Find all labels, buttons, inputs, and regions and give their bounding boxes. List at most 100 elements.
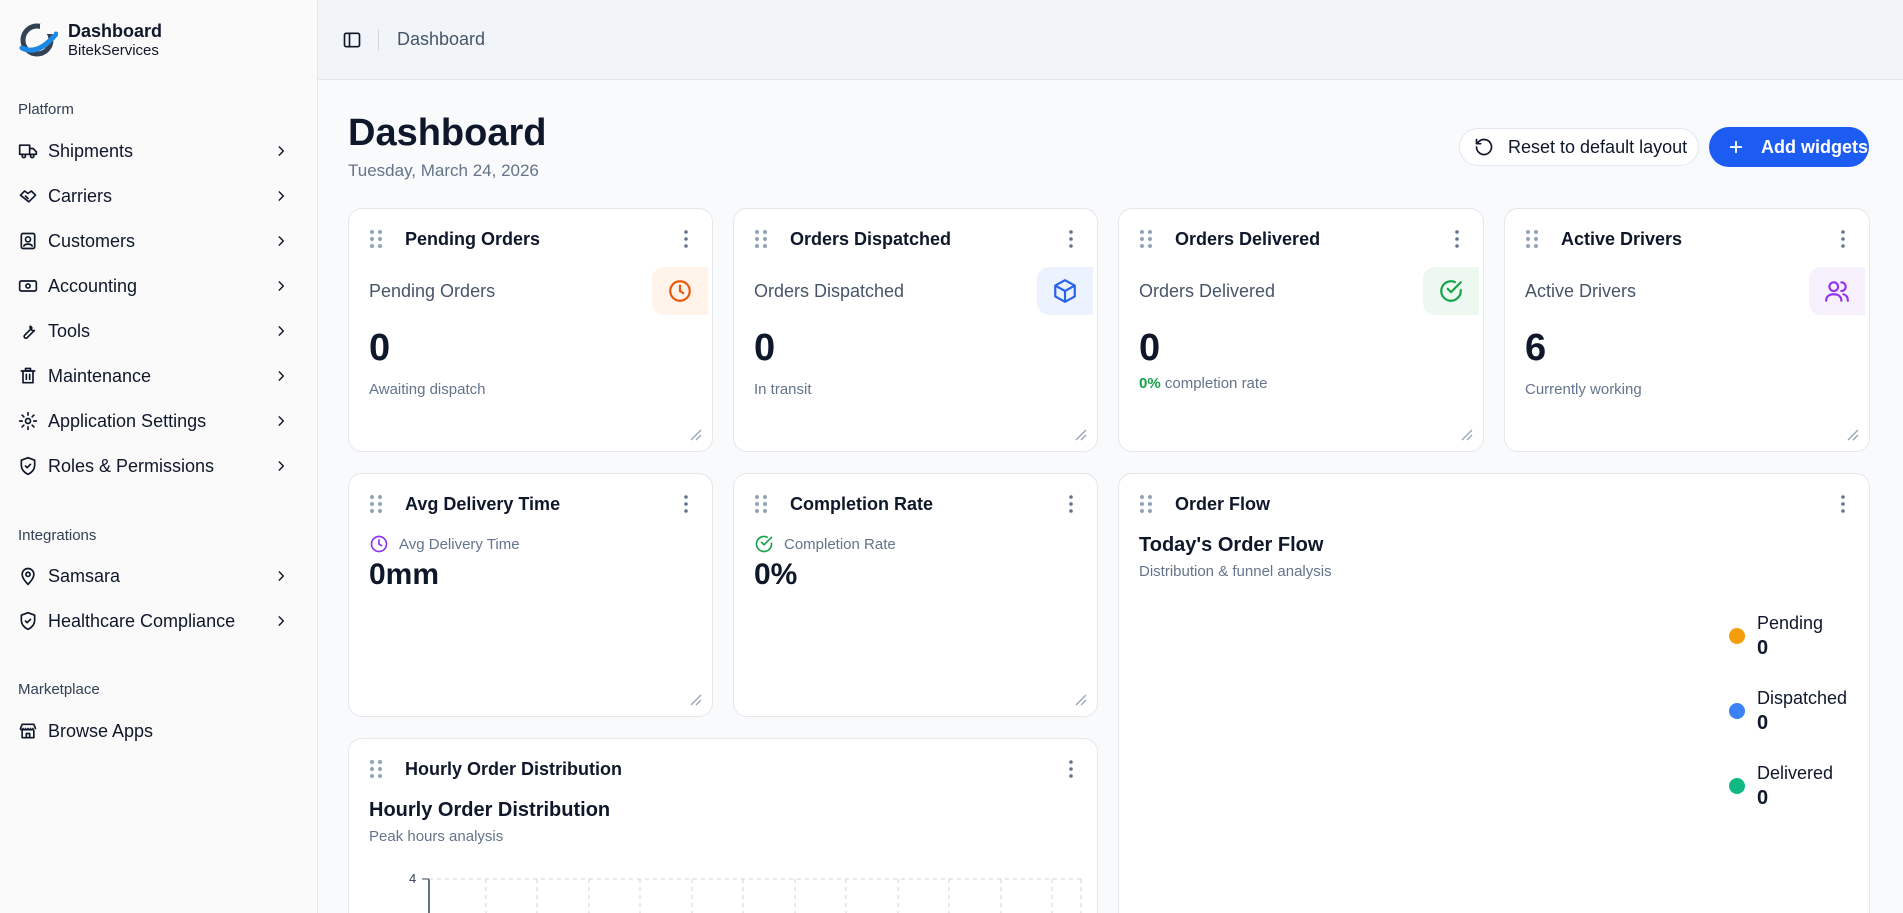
sidebar-item-carriers[interactable]: Carriers xyxy=(18,177,298,215)
check-circle-icon xyxy=(755,535,773,553)
widget-order-flow: Order Flow Today's Order Flow Distributi… xyxy=(1118,473,1870,913)
breadcrumb[interactable]: Dashboard xyxy=(397,29,485,50)
sidebar-item-maintenance[interactable]: Maintenance xyxy=(18,357,298,395)
stat-badge xyxy=(652,267,708,315)
gridlines-vertical xyxy=(485,879,1082,913)
hourly-chart: 4 xyxy=(409,871,1082,913)
completion-percent: 0% xyxy=(1139,375,1161,392)
sidebar-item-accounting[interactable]: Accounting xyxy=(18,267,298,305)
mini-label: Completion Rate xyxy=(754,534,896,554)
stat-value: 6 xyxy=(1525,327,1547,369)
chevron-right-icon xyxy=(278,146,285,156)
sidebar-item-label: Maintenance xyxy=(48,365,152,386)
drag-handle-icon[interactable] xyxy=(1525,228,1539,250)
resize-handle-icon[interactable] xyxy=(1075,694,1087,706)
drag-handle-icon[interactable] xyxy=(1139,228,1153,250)
sidebar-item-browse-apps[interactable]: Browse Apps xyxy=(18,712,298,750)
add-widgets-label: Add widgets xyxy=(1761,136,1868,157)
shield-check-icon xyxy=(18,456,38,476)
more-vertical-icon[interactable] xyxy=(1833,228,1853,250)
sidebar-item-application-settings[interactable]: Application Settings xyxy=(18,402,298,440)
stat-label: Orders Dispatched xyxy=(754,281,905,301)
stat-badge xyxy=(1037,267,1093,315)
order-flow-subheading: Distribution & funnel analysis xyxy=(1139,563,1332,580)
hourly-subheading: Peak hours analysis xyxy=(369,828,504,845)
widget-hourly-order-distribution: Hourly Order Distribution Hourly Order D… xyxy=(348,738,1098,913)
sidebar-item-label: Carriers xyxy=(48,185,113,206)
completion-rate-text: completion rate xyxy=(1164,375,1268,392)
topbar: Dashboard xyxy=(318,0,1903,80)
sidebar-item-samsara[interactable]: Samsara xyxy=(18,557,298,595)
widget-title: Avg Delivery Time xyxy=(405,493,561,514)
brand[interactable]: Dashboard BitekServices xyxy=(18,20,162,60)
resize-handle-icon[interactable] xyxy=(690,429,702,441)
group-label-integrations: Integrations xyxy=(18,527,97,544)
contact-icon xyxy=(18,231,38,251)
sidebar-toggle-button[interactable] xyxy=(340,28,364,52)
widget-active-drivers: Active Drivers Active Drivers 6 Currentl… xyxy=(1504,208,1870,452)
chevron-right-icon xyxy=(278,371,285,381)
rotate-ccw-icon xyxy=(1475,138,1493,156)
more-vertical-icon[interactable] xyxy=(676,493,696,515)
brand-title: Dashboard xyxy=(68,21,163,41)
legend-name: Pending xyxy=(1757,613,1824,633)
widget-title: Completion Rate xyxy=(790,493,934,514)
sidebar-item-tools[interactable]: Tools xyxy=(18,312,298,350)
more-vertical-icon[interactable] xyxy=(1447,228,1467,250)
stat-badge xyxy=(1423,267,1479,315)
more-vertical-icon[interactable] xyxy=(676,228,696,250)
group-label-marketplace: Marketplace xyxy=(18,681,100,698)
resize-handle-icon[interactable] xyxy=(1075,429,1087,441)
drag-handle-icon[interactable] xyxy=(754,228,768,250)
reset-layout-label: Reset to default layout xyxy=(1508,136,1688,157)
banknote-icon xyxy=(18,276,38,296)
y-tick-top: 4 xyxy=(409,871,416,886)
page-date: Tuesday, March 24, 2026 xyxy=(348,161,539,180)
sidebar-item-label: Browse Apps xyxy=(48,720,154,741)
widget-completion-rate: Completion Rate Completion Rate 0% xyxy=(733,473,1098,717)
legend-item-dispatched: Dispatched 0 xyxy=(1729,687,1847,737)
mini-label-text: Completion Rate xyxy=(784,535,896,553)
sidebar-item-label: Healthcare Compliance xyxy=(48,610,236,631)
sidebar-item-shipments[interactable]: Shipments xyxy=(18,132,298,170)
sidebar-item-label: Application Settings xyxy=(48,410,207,431)
sidebar-item-healthcare-compliance[interactable]: Healthcare Compliance xyxy=(18,602,298,640)
drag-handle-icon[interactable] xyxy=(754,493,768,515)
drag-handle-icon[interactable] xyxy=(369,228,383,250)
reset-layout-button[interactable]: Reset to default layout xyxy=(1459,128,1699,166)
resize-handle-icon[interactable] xyxy=(1461,429,1473,441)
more-vertical-icon[interactable] xyxy=(1061,758,1081,780)
clock-icon xyxy=(370,535,388,553)
completion-rate-value: 0% xyxy=(754,558,798,591)
legend-dot xyxy=(1729,778,1745,794)
legend-value: 0 xyxy=(1757,712,1769,734)
widget-title: Pending Orders xyxy=(405,228,541,249)
widget-title: Orders Dispatched xyxy=(790,228,952,249)
drag-handle-icon[interactable] xyxy=(369,758,383,780)
chevron-right-icon xyxy=(278,281,285,291)
sidebar-item-customers[interactable]: Customers xyxy=(18,222,298,260)
drag-handle-icon[interactable] xyxy=(1139,493,1153,515)
stat-sub: 0% completion rate xyxy=(1139,375,1267,392)
sidebar-item-roles-permissions[interactable]: Roles & Permissions xyxy=(18,447,298,485)
widget-title: Hourly Order Distribution xyxy=(405,758,623,779)
resize-handle-icon[interactable] xyxy=(1847,429,1859,441)
more-vertical-icon[interactable] xyxy=(1833,493,1853,515)
add-widgets-button[interactable]: Add widgets xyxy=(1709,127,1869,167)
legend-name: Dispatched xyxy=(1757,688,1848,708)
resize-handle-icon[interactable] xyxy=(690,694,702,706)
mini-label: Avg Delivery Time xyxy=(369,534,520,554)
sidebar-item-label: Samsara xyxy=(48,565,121,586)
stat-badge xyxy=(1809,267,1865,315)
stat-label: Pending Orders xyxy=(369,281,496,301)
more-vertical-icon[interactable] xyxy=(1061,493,1081,515)
order-flow-heading: Today's Order Flow xyxy=(1139,534,1324,556)
legend-name: Delivered xyxy=(1757,763,1834,783)
users-icon xyxy=(1825,281,1849,302)
legend-value: 0 xyxy=(1757,637,1769,659)
avg-delivery-value: 0mm xyxy=(369,558,440,591)
legend-dot xyxy=(1729,628,1745,644)
widget-pending-orders: Pending Orders Pending Orders 0 Awaiting… xyxy=(348,208,713,452)
more-vertical-icon[interactable] xyxy=(1061,228,1081,250)
drag-handle-icon[interactable] xyxy=(369,493,383,515)
